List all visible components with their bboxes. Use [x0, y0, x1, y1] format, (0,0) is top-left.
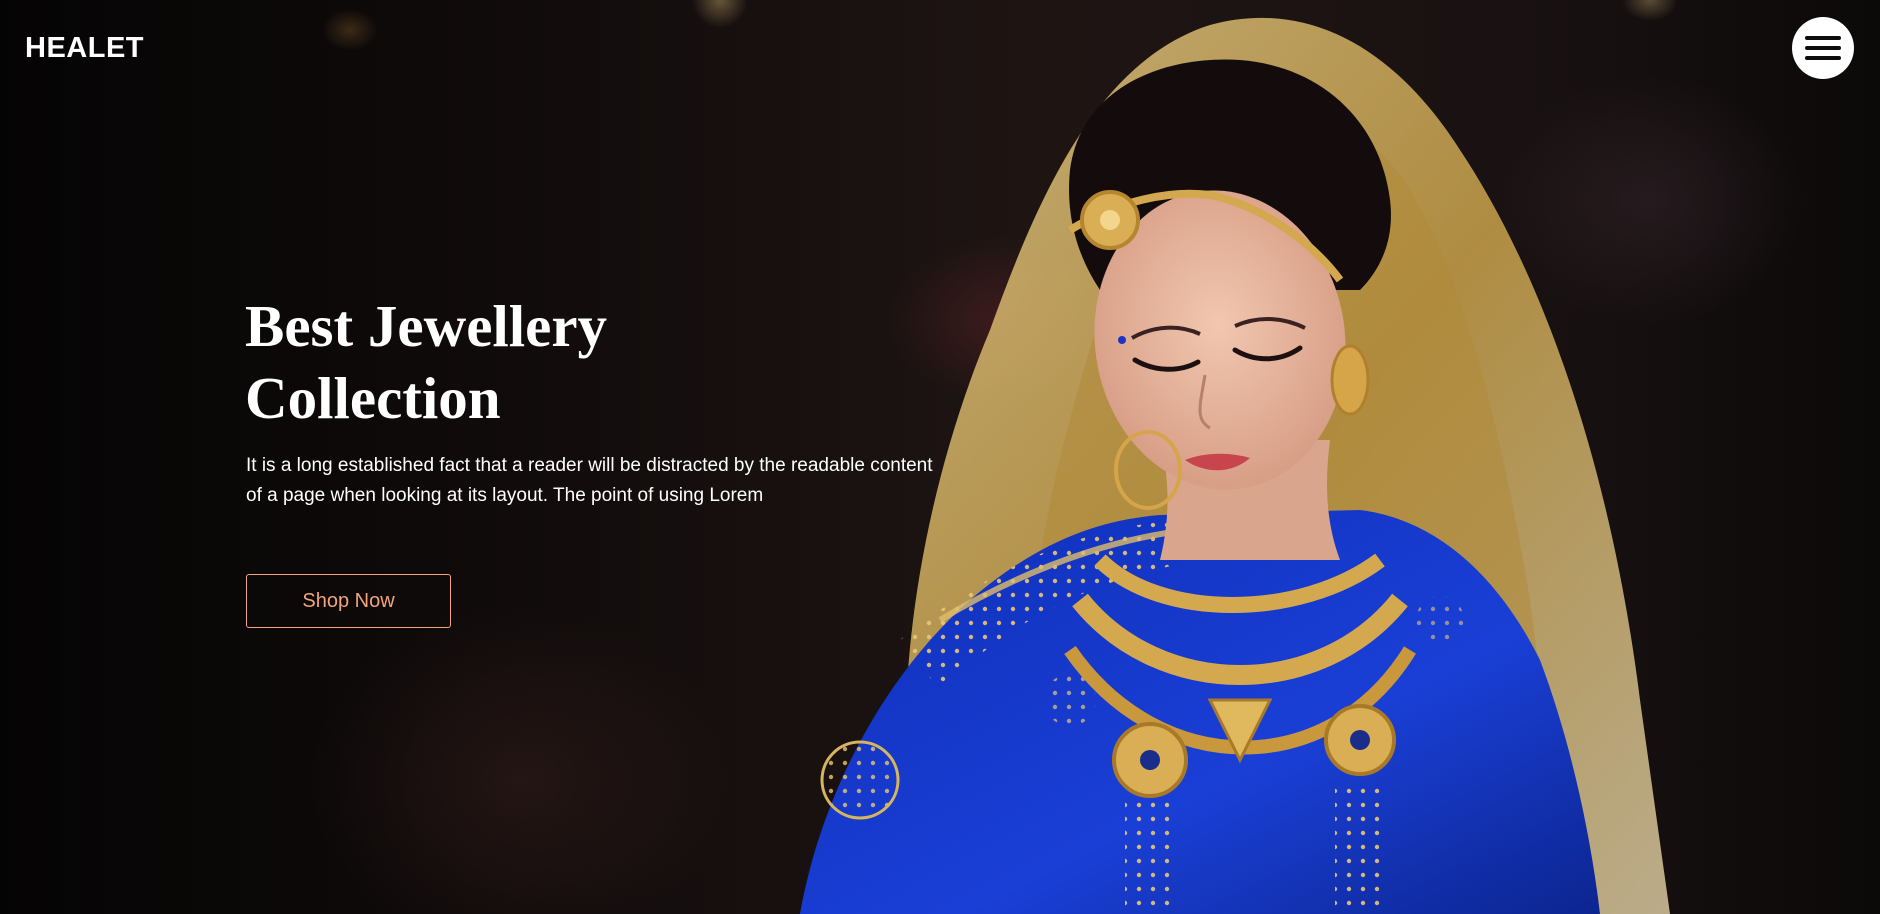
- hamburger-menu-icon-bar: [1805, 56, 1841, 60]
- hamburger-menu-icon-bar: [1805, 46, 1841, 50]
- hero-description: It is a long established fact that a rea…: [246, 455, 933, 506]
- hamburger-menu-icon-bar: [1805, 36, 1841, 40]
- brand-logo[interactable]: HEALET: [25, 32, 144, 65]
- hero-section: HEALET Best Jewellery Collection It is a…: [0, 0, 1880, 914]
- hero-title-line-2: Collection: [245, 365, 501, 431]
- hero-title: Best Jewellery Collection: [245, 290, 805, 434]
- hamburger-menu-button[interactable]: [1792, 17, 1854, 79]
- shop-now-button[interactable]: Shop Now: [246, 574, 451, 628]
- hero-title-line-1: Best Jewellery: [245, 293, 608, 359]
